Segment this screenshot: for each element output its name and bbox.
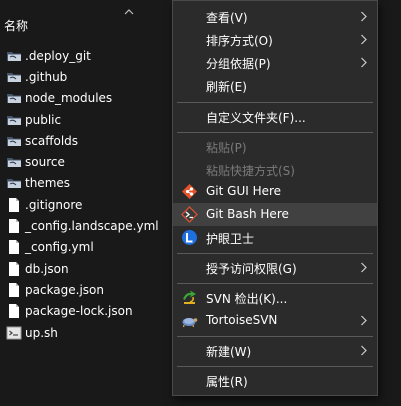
menu-separator <box>177 102 373 103</box>
svn-checkout-icon <box>183 290 196 304</box>
menu-item-label: Git GUI Here <box>206 184 282 198</box>
file-row[interactable]: source <box>0 151 172 172</box>
file-icon <box>9 261 19 276</box>
shell-script-icon <box>6 326 22 339</box>
menu-item-label: 属性(R) <box>206 375 248 389</box>
file-row[interactable]: _config.yml <box>0 237 172 258</box>
menu-item-give-access[interactable]: 授予访问权限(G) <box>173 256 377 279</box>
file-name: themes <box>25 176 71 191</box>
name-column-label: 名称 <box>4 19 29 33</box>
chevron-right-icon <box>361 262 367 273</box>
menu-item-svn-checkout[interactable]: SVN 检出(K)... <box>173 286 377 309</box>
menu-item-label: 粘贴快捷方式(S) <box>206 164 295 178</box>
menu-item-label: 护眼卫士 <box>206 232 255 246</box>
folder-icon <box>7 136 21 146</box>
chevron-right-icon <box>361 34 367 45</box>
menu-item-label: TortoiseSVN <box>206 313 278 327</box>
file-name: .github <box>25 69 68 84</box>
menu-separator <box>177 283 373 284</box>
git-gui-icon <box>182 184 197 199</box>
eye-guard-icon <box>182 230 197 245</box>
chevron-right-icon <box>361 11 367 22</box>
file-name: public <box>25 112 62 127</box>
name-column-header[interactable]: 名称 <box>0 0 172 40</box>
menu-item-git-gui-here[interactable]: Git GUI Here <box>173 180 377 203</box>
file-row[interactable]: .github <box>0 66 172 87</box>
file-icon <box>9 219 19 234</box>
context-menu: 查看(V) 排序方式(O) 分组依据(P) 刷新(E) 自定义文件夹(F)...… <box>172 0 378 396</box>
file-row[interactable]: db.json <box>0 258 172 279</box>
menu-item-label: 刷新(E) <box>206 80 247 94</box>
folder-icon <box>7 94 21 104</box>
menu-item-view[interactable]: 查看(V) <box>173 5 377 28</box>
menu-item-customize-folder[interactable]: 自定义文件夹(F)... <box>173 105 377 128</box>
folder-icon <box>7 158 21 168</box>
menu-item-group-by[interactable]: 分组依据(P) <box>173 51 377 74</box>
folder-icon <box>7 115 21 125</box>
menu-item-new[interactable]: 新建(W) <box>173 339 377 362</box>
chevron-right-icon <box>361 345 367 356</box>
file-name: _config.yml <box>25 240 94 255</box>
menu-separator <box>177 132 373 133</box>
file-icon <box>9 282 19 297</box>
chevron-right-icon <box>361 315 367 326</box>
menu-item-label: 自定义文件夹(F)... <box>206 111 306 125</box>
folder-icon <box>7 179 21 189</box>
file-row[interactable]: package-lock.json <box>0 301 172 322</box>
file-name: _config.landscape.yml <box>25 219 159 234</box>
file-row[interactable]: .deploy_git <box>0 45 172 66</box>
sort-ascending-icon[interactable] <box>124 7 134 17</box>
file-row[interactable]: up.sh <box>0 322 172 343</box>
folder-icon <box>7 72 21 82</box>
file-row[interactable]: themes <box>0 173 172 194</box>
menu-item-sort-by[interactable]: 排序方式(O) <box>173 28 377 51</box>
file-name: .deploy_git <box>25 48 91 63</box>
file-row[interactable]: node_modules <box>0 88 172 109</box>
menu-item-label: 排序方式(O) <box>206 34 273 48</box>
menu-item-tortoisesvn[interactable]: TortoiseSVN <box>173 309 377 332</box>
menu-item-label: SVN 检出(K)... <box>206 292 288 306</box>
file-name: db.json <box>25 261 69 276</box>
menu-separator <box>177 253 373 254</box>
menu-item-properties[interactable]: 属性(R) <box>173 369 377 392</box>
file-icon <box>9 197 19 212</box>
file-name: source <box>25 155 65 170</box>
menu-item-label: 粘贴(P) <box>206 141 247 155</box>
file-row[interactable]: package.json <box>0 279 172 300</box>
menu-item-git-bash-here[interactable]: Git Bash Here <box>173 203 377 226</box>
menu-item-label: 分组依据(P) <box>206 57 271 71</box>
file-row[interactable]: public <box>0 109 172 130</box>
chevron-right-icon <box>361 57 367 68</box>
file-name: package.json <box>25 282 105 297</box>
file-row[interactable]: scaffolds <box>0 130 172 151</box>
file-list: .deploy_git .github node_modules public … <box>0 45 172 343</box>
menu-item-refresh[interactable]: 刷新(E) <box>173 74 377 97</box>
file-name: .gitignore <box>25 197 83 212</box>
git-bash-icon <box>181 206 198 223</box>
file-name: node_modules <box>25 91 113 106</box>
file-name: scaffolds <box>25 133 79 148</box>
menu-item-label: 查看(V) <box>206 11 248 25</box>
file-name: up.sh <box>25 325 58 340</box>
file-name: package-lock.json <box>25 304 133 319</box>
menu-item-label: 新建(W) <box>206 345 252 359</box>
file-row[interactable]: .gitignore <box>0 194 172 215</box>
folder-icon <box>7 51 21 61</box>
file-icon <box>9 240 19 255</box>
file-row[interactable]: _config.landscape.yml <box>0 215 172 236</box>
menu-item-label: 授予访问权限(G) <box>206 262 297 276</box>
menu-item-eye-guard[interactable]: 护眼卫士 <box>173 226 377 249</box>
file-icon <box>9 304 19 319</box>
menu-separator <box>177 336 373 337</box>
menu-item-label: Git Bash Here <box>206 207 289 221</box>
tortoisesvn-icon <box>182 318 198 328</box>
menu-item-paste: 粘贴(P) <box>173 135 377 158</box>
menu-item-paste-shortcut: 粘贴快捷方式(S) <box>173 158 377 181</box>
menu-separator <box>177 366 373 367</box>
